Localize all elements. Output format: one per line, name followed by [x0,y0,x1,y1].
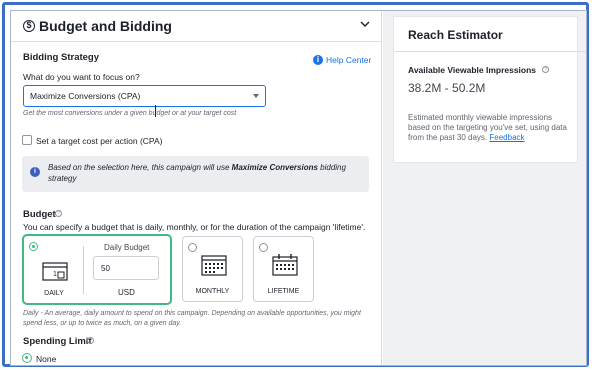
bidding-strategy-label: Bidding Strategy [23,52,100,63]
daily-budget-value: 50 [101,264,110,273]
daily-calendar-number: 1 [53,271,57,278]
budget-label: Budget [23,209,56,220]
bidding-info-box: i Based on the selection here, this camp… [22,156,369,192]
lifetime-radio[interactable] [259,243,268,252]
reach-title: Reach Estimator [408,28,503,42]
reach-estimator-panel: Reach Estimator Available Viewable Impre… [383,11,586,365]
reach-note: Estimated monthly viewable impressions b… [408,113,567,142]
info-icon: i [30,167,40,177]
daily-budget-input[interactable]: 50 [93,256,159,280]
campaign-settings-panel: $ Budget and Bidding Bidding Strategy i … [10,10,587,366]
bidding-strategy-value: Maximize Conversions (CPA) [30,91,141,101]
option-divider [83,246,84,294]
dollar-icon: $ [23,20,35,32]
budget-footnote: Daily - An average, daily amount to spen… [23,310,361,327]
spending-none-label[interactable]: None [36,354,56,364]
text-cursor [155,105,156,117]
bidding-strategy-select[interactable]: Maximize Conversions (CPA) [23,85,266,107]
spending-none-radio[interactable] [22,353,32,363]
budget-help-icon[interactable]: ? [55,210,62,217]
bidding-info-text: Based on the selection here, this campai… [48,163,346,183]
help-center-link[interactable]: Help Center [326,55,371,65]
daily-option-label: DAILY [44,290,64,297]
budget-option-monthly[interactable]: MONTHLY [182,236,243,302]
monthly-radio[interactable] [188,243,197,252]
impressions-value: 38.2M - 50.2M [408,81,486,95]
monthly-option-label: MONTHLY [195,288,230,295]
window-frame: $ Budget and Bidding Bidding Strategy i … [2,2,589,367]
spending-limit-help-icon[interactable]: ? [87,337,94,344]
section-title: Budget and Bidding [39,18,172,34]
budget-bidding-section: $ Budget and Bidding Bidding Strategy i … [11,11,382,365]
daily-calendar-icon: 1 [42,262,68,281]
reach-estimator-card: Reach Estimator Available Viewable Impre… [393,16,586,163]
budget-option-daily[interactable]: 1 DAILY Daily Budget 50 USD [22,234,172,305]
daily-budget-label: Daily Budget [104,243,150,252]
impressions-help-icon[interactable]: ? [542,66,549,73]
budget-description: You can specify a budget that is daily, … [23,222,366,232]
lifetime-option-label: LIFETIME [267,288,300,295]
section-header[interactable]: $ Budget and Bidding [11,11,382,42]
impressions-label: Available Viewable Impressions [408,65,537,75]
feedback-link[interactable]: Feedback [489,133,524,142]
spending-limit-label: Spending Limit [23,336,92,347]
reach-divider [394,51,586,52]
help-icon[interactable]: i [313,55,323,65]
daily-radio[interactable] [29,242,38,251]
monthly-calendar-icon [201,255,227,276]
lifetime-calendar-icon [272,254,298,276]
currency-label: USD [118,288,135,297]
bidding-hint: Get the most conversions under a given b… [23,110,237,117]
focus-question: What do you want to focus on? [23,72,140,82]
target-cost-label[interactable]: Set a target cost per action (CPA) [36,136,162,146]
chevron-up-icon[interactable] [360,19,370,29]
target-cost-checkbox[interactable] [22,135,32,145]
budget-option-lifetime[interactable]: LIFETIME [253,236,314,302]
dropdown-caret-icon [253,94,259,98]
